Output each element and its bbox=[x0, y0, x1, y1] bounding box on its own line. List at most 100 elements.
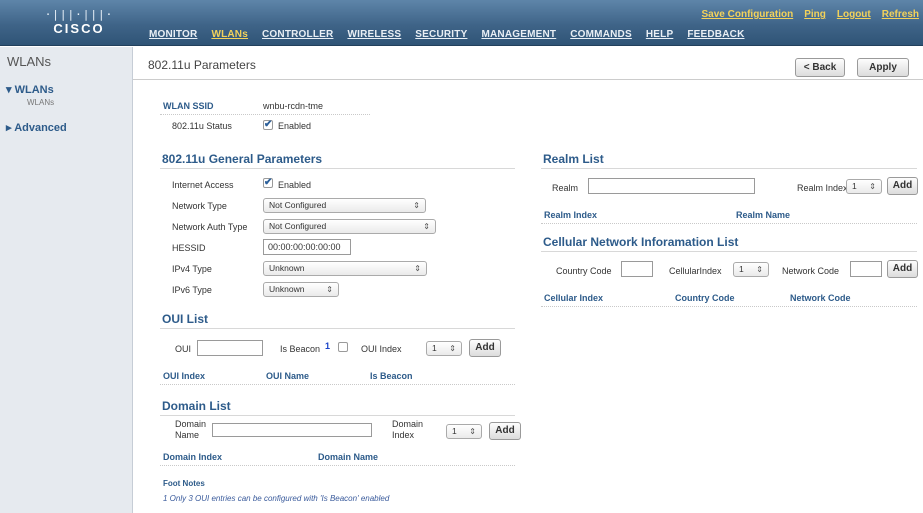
footnote-marker-link[interactable]: 1 bbox=[325, 341, 330, 351]
network-auth-type-label: Network Auth Type bbox=[172, 222, 248, 232]
network-code-input[interactable] bbox=[850, 261, 882, 277]
select-arrow-icon: ⇕ bbox=[869, 182, 876, 191]
network-type-label: Network Type bbox=[172, 201, 227, 211]
nav-commands[interactable]: COMMANDS bbox=[570, 29, 632, 40]
select-arrow-icon: ⇕ bbox=[413, 201, 420, 210]
top-utility-links: Save Configuration Ping Logout Refresh bbox=[702, 9, 919, 20]
sidebar-item-advanced-label: Advanced bbox=[14, 122, 67, 134]
foot-note-1: 1 Only 3 OUI entries can be configured w… bbox=[163, 494, 390, 503]
sidebar-item-wlans[interactable]: ▾ WLANs bbox=[6, 83, 54, 96]
realm-index-select[interactable]: 1 ⇕ bbox=[846, 179, 882, 194]
domain-index-label: Domain Index bbox=[392, 419, 423, 441]
save-configuration-link[interactable]: Save Configuration bbox=[702, 9, 794, 20]
cisco-logo: ·|||·|||· CISCO bbox=[44, 8, 114, 37]
checkmark-icon: ✔ bbox=[264, 119, 273, 130]
status-enabled-label: Enabled bbox=[278, 121, 312, 131]
general-parameters-title: 802.11u General Parameters bbox=[162, 152, 323, 166]
cellular-add-button[interactable]: Add bbox=[887, 260, 918, 278]
oui-add-button[interactable]: Add bbox=[469, 339, 501, 357]
expand-arrow-icon: ▾ bbox=[6, 84, 12, 96]
domain-name-input[interactable] bbox=[212, 423, 372, 437]
realm-index-column-header: Realm Index bbox=[544, 210, 598, 220]
nav-help[interactable]: HELP bbox=[646, 29, 673, 40]
nav-security[interactable]: SECURITY bbox=[415, 29, 467, 40]
status-enabled-checkbox[interactable]: ✔ bbox=[263, 120, 273, 130]
internet-access-label: Internet Access bbox=[172, 180, 234, 190]
sidebar: WLANs ▾ WLANs WLANs ▸ Advanced bbox=[0, 47, 133, 513]
realm-label: Realm bbox=[552, 183, 579, 193]
ipv4-type-select[interactable]: Unknown ⇕ bbox=[263, 261, 427, 276]
oui-index-select[interactable]: 1 ⇕ bbox=[426, 341, 462, 356]
page-title: 802.11u Parameters bbox=[148, 58, 256, 72]
sidebar-title: WLANs bbox=[7, 54, 52, 69]
select-arrow-icon: ⇕ bbox=[756, 265, 763, 274]
network-code-label: Network Code bbox=[782, 266, 840, 276]
country-code-column-header: Country Code bbox=[675, 293, 735, 303]
realm-input[interactable] bbox=[588, 178, 755, 194]
country-code-input[interactable] bbox=[621, 261, 653, 277]
network-code-column-header: Network Code bbox=[790, 293, 851, 303]
cellular-index-value: 1 bbox=[739, 264, 744, 274]
section-divider bbox=[541, 168, 917, 169]
network-auth-type-value: Not Configured bbox=[269, 221, 327, 231]
wlan-ssid-label: WLAN SSID bbox=[163, 101, 214, 111]
domain-index-label-line2: Index bbox=[392, 430, 415, 440]
row-divider bbox=[160, 384, 515, 385]
ipv6-type-value: Unknown bbox=[269, 284, 305, 294]
hessid-input[interactable]: 00:00:00:00:00:00 bbox=[263, 239, 351, 255]
cellular-index-select[interactable]: 1 ⇕ bbox=[733, 262, 769, 277]
ipv6-type-label: IPv6 Type bbox=[172, 285, 212, 295]
row-divider bbox=[541, 223, 917, 224]
oui-index-label: OUI Index bbox=[361, 344, 402, 354]
logout-link[interactable]: Logout bbox=[837, 9, 871, 20]
back-button[interactable]: < Back bbox=[795, 58, 845, 77]
nav-feedback[interactable]: FEEDBACK bbox=[687, 29, 744, 40]
is-beacon-checkbox[interactable] bbox=[338, 342, 348, 352]
domain-index-select[interactable]: 1 ⇕ bbox=[446, 424, 482, 439]
ipv6-type-select[interactable]: Unknown ⇕ bbox=[263, 282, 339, 297]
nav-wireless[interactable]: WIRELESS bbox=[347, 29, 401, 40]
apply-button[interactable]: Apply bbox=[857, 58, 909, 77]
foot-notes-title: Foot Notes bbox=[163, 479, 205, 488]
sidebar-subitem-wlans[interactable]: WLANs bbox=[27, 98, 54, 107]
sidebar-item-wlans-label: WLANs bbox=[14, 84, 54, 96]
main-nav: MONITOR WLANs CONTROLLER WIRELESS SECURI… bbox=[149, 29, 745, 40]
top-header-bar: ·|||·|||· CISCO Save Configuration Ping … bbox=[0, 0, 923, 46]
network-auth-type-select[interactable]: Not Configured ⇕ bbox=[263, 219, 436, 234]
cellular-index-column-header: Cellular Index bbox=[544, 293, 604, 303]
select-arrow-icon: ⇕ bbox=[423, 222, 430, 231]
cellular-index-label: CellularIndex bbox=[669, 266, 722, 276]
realm-index-value: 1 bbox=[852, 181, 857, 191]
oui-input[interactable] bbox=[197, 340, 263, 356]
cisco-logo-bars-icon: ·|||·|||· bbox=[44, 8, 114, 21]
realm-list-title: Realm List bbox=[543, 152, 604, 166]
oui-index-column-header: OUI Index bbox=[163, 371, 206, 381]
hessid-label: HESSID bbox=[172, 243, 206, 253]
nav-monitor[interactable]: MONITOR bbox=[149, 29, 197, 40]
network-type-select[interactable]: Not Configured ⇕ bbox=[263, 198, 426, 213]
select-arrow-icon: ⇕ bbox=[449, 344, 456, 353]
ipv4-type-value: Unknown bbox=[269, 263, 305, 273]
realm-add-button[interactable]: Add bbox=[887, 177, 918, 195]
nav-management[interactable]: MANAGEMENT bbox=[481, 29, 556, 40]
domain-index-value: 1 bbox=[452, 426, 457, 436]
domain-name-column-header: Domain Name bbox=[318, 452, 379, 462]
sidebar-item-advanced[interactable]: ▸ Advanced bbox=[6, 121, 67, 134]
ipv4-type-label: IPv4 Type bbox=[172, 264, 212, 274]
domain-index-column-header: Domain Index bbox=[163, 452, 223, 462]
internet-access-checkbox[interactable]: ✔ bbox=[263, 178, 273, 188]
refresh-link[interactable]: Refresh bbox=[882, 9, 919, 20]
select-arrow-icon: ⇕ bbox=[326, 285, 333, 294]
domain-add-button[interactable]: Add bbox=[489, 422, 521, 440]
ping-link[interactable]: Ping bbox=[804, 9, 826, 20]
is-beacon-label: Is Beacon bbox=[280, 344, 321, 354]
nav-wlans[interactable]: WLANs bbox=[211, 29, 248, 40]
section-divider bbox=[541, 251, 917, 252]
wlan-ssid-value: wnbu-rcdn-tme bbox=[263, 101, 324, 111]
row-divider bbox=[160, 465, 515, 466]
cisco-logo-word: CISCO bbox=[53, 21, 105, 36]
nav-controller[interactable]: CONTROLLER bbox=[262, 29, 333, 40]
is-beacon-column-header: Is Beacon bbox=[370, 371, 413, 381]
domain-index-label-line1: Domain bbox=[392, 419, 424, 429]
realm-index-label: Realm Index bbox=[797, 183, 848, 193]
